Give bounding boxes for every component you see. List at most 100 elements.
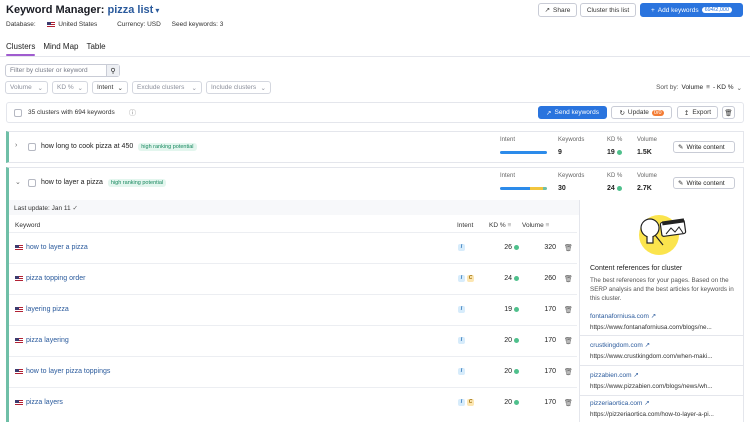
search-icon[interactable]: ⚲ [106,65,119,76]
reference-url[interactable]: https://www.fontanaforniusa.com/blogs/ne… [590,324,740,331]
currency-info: Currency: USD [117,21,161,28]
col-volume[interactable]: Volume ≡ [522,222,549,229]
intent-bar [500,151,547,154]
volume-value: 170 [544,399,556,406]
keywords-count: 30 [558,185,566,192]
keywords-label: Keywords [558,173,585,179]
table-row[interactable]: pizza layers IC 20 170 🗑 [9,387,577,418]
table-row[interactable]: layering pizza I 19 170 🗑 [9,294,577,325]
chevron-right-icon[interactable]: › [15,142,17,149]
us-flag-icon [15,399,23,405]
tabs-divider [0,56,750,57]
trash-icon[interactable]: 🗑 [564,337,573,345]
ranking-badge: high ranking potential [138,143,197,151]
kd-value: 24 [607,185,622,192]
title-text: Keyword Manager: [6,4,105,16]
intent-label: Intent [500,173,516,179]
include-clusters-filter[interactable]: Include clusters ⌄ [206,81,271,94]
trash-icon[interactable]: 🗑 [564,275,573,283]
cluster-name[interactable]: how long to cook pizza at 450 high rankin… [41,143,197,151]
table-row[interactable]: how to layer pizza toppings I 20 170 🗑 [9,356,577,387]
chevron-down-icon: ⌄ [117,84,123,92]
refresh-icon: ↻ [619,109,625,117]
intent-badges: I [458,305,467,313]
info-icon[interactable]: ⓘ [129,108,136,118]
filter-search[interactable]: Filter by cluster or keyword ⚲ [5,64,120,77]
reference-item[interactable]: fontanaforniusa.com ↗ https://www.fontan… [590,312,745,331]
keyword-link[interactable]: how to layer pizza toppings [14,368,110,375]
trash-icon[interactable]: 🗑 [564,244,573,252]
trash-icon[interactable]: 🗑 [564,368,573,376]
col-intent[interactable]: Intent [457,222,473,229]
sort-icon: ≡ [706,84,710,91]
keywords-label: Keywords [558,137,585,143]
trash-icon[interactable]: 🗑 [564,306,573,314]
intent-filter[interactable]: Intent ⌄ [92,81,128,94]
us-flag-icon [15,244,23,250]
sort-control[interactable]: Sort by: Volume ≡ - KD % ⌄ [656,81,742,94]
kd-value: 20 [499,368,519,375]
kd-value: 19 [607,149,622,156]
tab-mind-map[interactable]: Mind Map [43,42,78,56]
reference-item[interactable]: pizzabien.com ↗ https://www.pizzabien.co… [590,371,745,390]
keyword-link[interactable]: layering pizza [14,306,69,313]
kd-filter[interactable]: KD % ⌄ [52,81,88,94]
write-content-button[interactable]: ✎ Write content [673,141,735,153]
keyword-link[interactable]: pizza layering [14,337,69,344]
keyword-link[interactable]: pizza topping order [14,275,86,282]
share-icon: ↗ [544,7,551,14]
table-row[interactable]: pizza topping order IC 24 260 🗑 [9,263,577,294]
col-kd[interactable]: KD % ≡ [489,222,511,229]
trash-icon[interactable]: 🗑 [564,399,573,407]
volume-value: 170 [544,368,556,375]
volume-value: 2.7K [637,185,652,192]
project-selector[interactable]: pizza list ▾ [107,4,159,16]
select-all-checkbox[interactable] [14,109,22,117]
reference-url[interactable]: https://pizzeriaortica.com/how-to-layer-… [590,411,740,418]
cluster-this-list-button[interactable]: Cluster this list [580,3,636,17]
volume-filter[interactable]: Volume ⌄ [5,81,48,94]
keyword-link[interactable]: how to layer a pizza [14,244,88,251]
reference-item[interactable]: crustkingdom.com ↗ https://www.crustking… [590,341,745,360]
share-button[interactable]: ↗ Share [538,3,577,17]
chevron-down-icon[interactable]: ⌄ [15,178,21,186]
table-row[interactable]: how to layer a pizza I 26 320 🗑 [9,232,577,263]
table-row[interactable]: pizza layering I 20 170 🗑 [9,325,577,356]
tab-clusters[interactable]: Clusters [6,42,36,56]
us-flag-icon [15,275,23,281]
kd-value: 20 [499,399,519,406]
tab-table[interactable]: Table [86,42,105,56]
exclude-clusters-filter[interactable]: Exclude clusters ⌄ [132,81,202,94]
send-icon: ↗ [546,109,552,117]
export-button[interactable]: ↥ Export [677,106,718,119]
volume-value: 260 [544,275,556,282]
page-title: Keyword Manager: pizza list ▾ [6,4,159,16]
update-button[interactable]: ↻ Update 0/0 [611,106,672,119]
col-keyword[interactable]: Keyword [15,222,40,229]
reference-url[interactable]: https://www.crustkingdom.com/when-maki..… [590,353,740,360]
cluster-name[interactable]: how to layer a pizza high ranking potenti… [41,179,167,187]
database-info: Database: United States [6,21,98,28]
write-content-button[interactable]: ✎ Write content [673,177,735,189]
us-flag-icon [47,21,56,27]
intent-badges: IC [458,398,476,406]
keyword-link[interactable]: pizza layers [14,399,63,406]
us-flag-icon [15,306,23,312]
reference-item[interactable]: pizzeriaortica.com ↗ https://pizzeriaort… [590,399,745,418]
panel-description: The best references for your pages. Base… [590,277,734,302]
external-link-icon: ↗ [644,400,650,407]
kd-value: 20 [499,337,519,344]
add-keywords-button[interactable]: + Add keywords 694/2,000 [640,3,743,17]
send-keywords-button[interactable]: ↗ Send keywords [538,106,607,119]
kd-value: 26 [499,244,519,251]
search-input[interactable]: Filter by cluster or keyword [6,67,106,74]
delete-icon[interactable]: 🗑 [722,106,735,119]
ranking-badge: high ranking potential [107,179,167,187]
cluster-checkbox[interactable] [28,143,36,151]
cluster-checkbox[interactable] [28,179,36,187]
reference-domain: pizzeriaortica.com ↗ [590,400,650,407]
chevron-down-icon: ▾ [155,6,160,15]
reference-domain: fontanaforniusa.com ↗ [590,313,657,320]
us-flag-icon [15,368,23,374]
reference-url[interactable]: https://www.pizzabien.com/blogs/news/wh.… [590,383,740,390]
